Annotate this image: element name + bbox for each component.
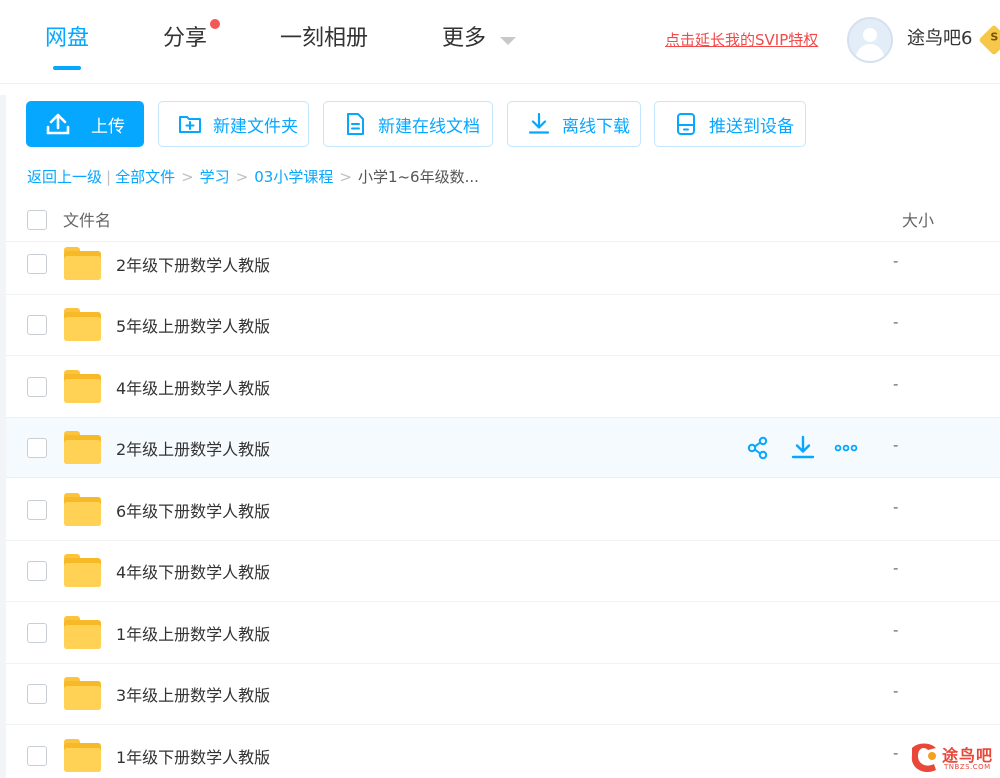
file-size: - — [893, 621, 899, 639]
file-name[interactable]: 6年级下册数学人教版 — [116, 498, 270, 522]
file-name[interactable]: 3年级上册数学人教版 — [116, 682, 270, 706]
row-checkbox[interactable] — [27, 561, 47, 581]
push-to-device-label: 推送到设备 — [709, 116, 794, 137]
file-size: - — [893, 744, 899, 762]
tab-share[interactable]: 分享 — [163, 24, 207, 54]
row-checkbox[interactable] — [27, 254, 47, 274]
upload-label: 上传 — [91, 116, 125, 137]
avatar-head — [863, 28, 877, 42]
watermark-subtext: TNBZS.COM — [944, 763, 991, 771]
table-row[interactable]: 2年级下册数学人教版 - — [6, 234, 1000, 295]
new-folder-icon — [179, 116, 201, 133]
folder-icon — [64, 554, 101, 587]
folder-icon — [64, 616, 101, 649]
upload-button[interactable]: 上传 — [26, 101, 144, 147]
table-row[interactable]: 4年级上册数学人教版 - — [6, 357, 1000, 418]
new-online-doc-button[interactable]: 新建在线文档 — [323, 101, 493, 147]
folder-icon — [64, 493, 101, 526]
document-icon — [347, 113, 364, 135]
folder-icon — [64, 677, 101, 710]
file-size: - — [893, 682, 899, 700]
folder-icon — [64, 739, 101, 772]
table-row[interactable]: 1年级下册数学人教版 - — [6, 726, 1000, 778]
row-actions — [740, 435, 860, 461]
watermark-logo-icon — [911, 743, 936, 773]
breadcrumb: 返回上一级 | 全部文件 > 学习 >03小学课程 > 小学1~6年级数... — [27, 166, 479, 188]
table-row[interactable]: 3年级上册数学人教版 - — [6, 664, 1000, 725]
active-tab-indicator — [53, 66, 81, 70]
breadcrumb-study[interactable]: 学习 — [200, 168, 230, 186]
select-all-checkbox[interactable] — [27, 210, 47, 230]
file-size: - — [893, 252, 899, 270]
row-checkbox[interactable] — [27, 746, 47, 766]
new-online-doc-label: 新建在线文档 — [378, 116, 480, 137]
tab-more[interactable]: 更多 — [442, 24, 486, 54]
push-to-device-button[interactable]: 推送到设备 — [654, 101, 806, 147]
notification-dot — [210, 19, 220, 29]
folder-icon — [64, 308, 101, 341]
file-size: - — [893, 436, 899, 454]
breadcrumb-back[interactable]: 返回上一级 — [27, 168, 102, 186]
device-icon — [677, 113, 695, 135]
row-checkbox[interactable] — [27, 500, 47, 520]
file-name[interactable]: 2年级下册数学人教版 — [116, 252, 270, 276]
row-checkbox[interactable] — [27, 684, 47, 704]
vip-badge-icon: S — [978, 24, 1000, 56]
breadcrumb-separator: > — [339, 168, 352, 186]
breadcrumb-pipe: | — [106, 168, 112, 186]
table-row[interactable]: 4年级下册数学人教版 - — [6, 541, 1000, 602]
chevron-down-icon[interactable] — [500, 37, 516, 45]
file-name[interactable]: 1年级下册数学人教版 — [116, 744, 270, 768]
file-name[interactable]: 5年级上册数学人教版 — [116, 313, 270, 337]
column-header-size[interactable]: 大小 — [902, 207, 934, 231]
table-row[interactable]: 5年级上册数学人教版 - — [6, 295, 1000, 356]
avatar-body — [856, 44, 884, 61]
file-name[interactable]: 4年级下册数学人教版 — [116, 559, 270, 583]
offline-download-button[interactable]: 离线下载 — [507, 101, 641, 147]
breadcrumb-primary-courses[interactable]: 03小学课程 — [254, 168, 333, 186]
breadcrumb-current: 小学1~6年级数... — [357, 168, 479, 186]
share-icon[interactable] — [746, 435, 772, 461]
vip-badge-letter: S — [990, 30, 999, 44]
file-size: - — [893, 313, 899, 331]
breadcrumb-separator: > — [235, 168, 249, 186]
svip-extend-link[interactable]: 点击延长我的SVIP特权 — [665, 30, 818, 50]
folder-icon — [64, 370, 101, 403]
file-name[interactable]: 4年级上册数学人教版 — [116, 375, 270, 399]
username[interactable]: 途鸟吧6 — [907, 27, 972, 51]
download-icon[interactable] — [790, 435, 816, 461]
avatar[interactable] — [847, 17, 893, 63]
tab-album[interactable]: 一刻相册 — [280, 24, 368, 54]
table-row[interactable]: 1年级上册数学人教版 - — [6, 603, 1000, 664]
top-nav: 网盘 分享 一刻相册 更多 点击延长我的SVIP特权 途鸟吧6 S — [0, 0, 1000, 84]
folder-icon — [64, 431, 101, 464]
breadcrumb-all-files[interactable]: 全部文件 — [115, 168, 175, 186]
file-size: - — [893, 559, 899, 577]
upload-icon — [46, 113, 70, 135]
watermark: 途鸟吧 TNBZS.COM — [906, 738, 998, 778]
more-options-icon[interactable] — [833, 435, 859, 461]
folder-icon — [64, 247, 101, 280]
file-size: - — [893, 375, 899, 393]
file-name[interactable]: 2年级上册数学人教版 — [116, 436, 270, 460]
offline-download-label: 离线下载 — [562, 116, 630, 137]
column-header-name[interactable]: 文件名 — [63, 207, 111, 231]
row-checkbox[interactable] — [27, 623, 47, 643]
row-checkbox[interactable] — [27, 315, 47, 335]
download-icon — [528, 112, 550, 134]
new-folder-label: 新建文件夹 — [213, 116, 298, 137]
file-name[interactable]: 1年级上册数学人教版 — [116, 621, 270, 645]
row-checkbox[interactable] — [27, 438, 47, 458]
breadcrumb-separator: > — [181, 168, 194, 186]
new-folder-button[interactable]: 新建文件夹 — [158, 101, 309, 147]
row-checkbox[interactable] — [27, 377, 47, 397]
tab-netdisk[interactable]: 网盘 — [45, 24, 89, 54]
table-row-hovered[interactable]: 2年级上册数学人教版 - — [6, 417, 1000, 478]
table-row[interactable]: 6年级下册数学人教版 - — [6, 480, 1000, 541]
file-size: - — [893, 498, 899, 516]
